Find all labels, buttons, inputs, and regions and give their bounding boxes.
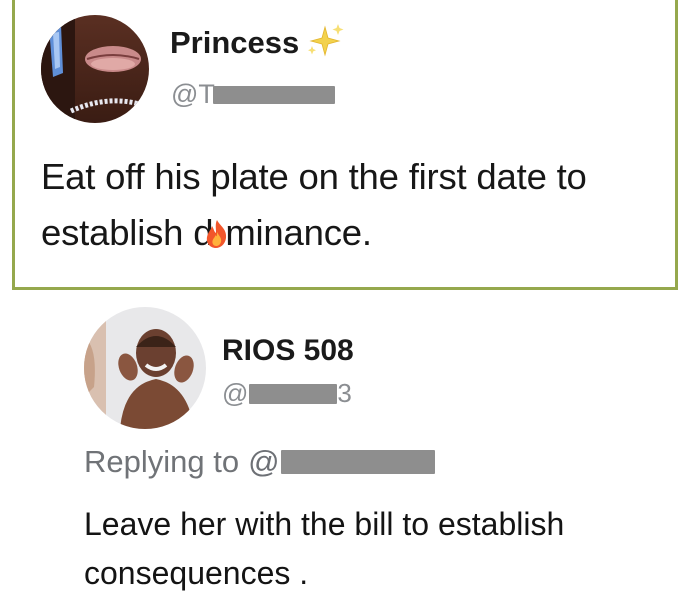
display-name-rios[interactable]: RIOS 508 [222, 334, 354, 368]
handle-princess[interactable]: @T [171, 79, 335, 110]
handle-prefix: @ [222, 378, 249, 408]
tweet-text-princess: Eat off his plate on the first date to e… [41, 149, 671, 261]
handle-prefix: @T [171, 79, 215, 109]
quoted-tweet-card[interactable]: Princess @T Eat off his plate on the fir… [12, 0, 678, 290]
redaction-bar [280, 450, 435, 474]
mention-prefix: @ [248, 444, 280, 479]
tweet-text-part2: minance. [225, 212, 372, 253]
reply-mention-link[interactable]: @ [248, 444, 435, 480]
avatar-rios[interactable] [84, 307, 206, 429]
handle-suffix: 3 [337, 378, 352, 408]
handle-rios[interactable]: @ 3 [222, 378, 352, 409]
replying-to-line: Replying to @ [84, 444, 435, 480]
redaction-bar [212, 85, 335, 104]
redaction-bar [249, 383, 338, 404]
display-name-text: Princess [170, 25, 300, 60]
sparkles-icon [305, 23, 345, 59]
replying-label: Replying to [84, 444, 240, 479]
avatar-princess[interactable] [41, 15, 149, 123]
display-name-princess[interactable]: Princess [170, 23, 345, 61]
tweet-text-rios: Leave her with the bill to establish con… [84, 506, 565, 591]
